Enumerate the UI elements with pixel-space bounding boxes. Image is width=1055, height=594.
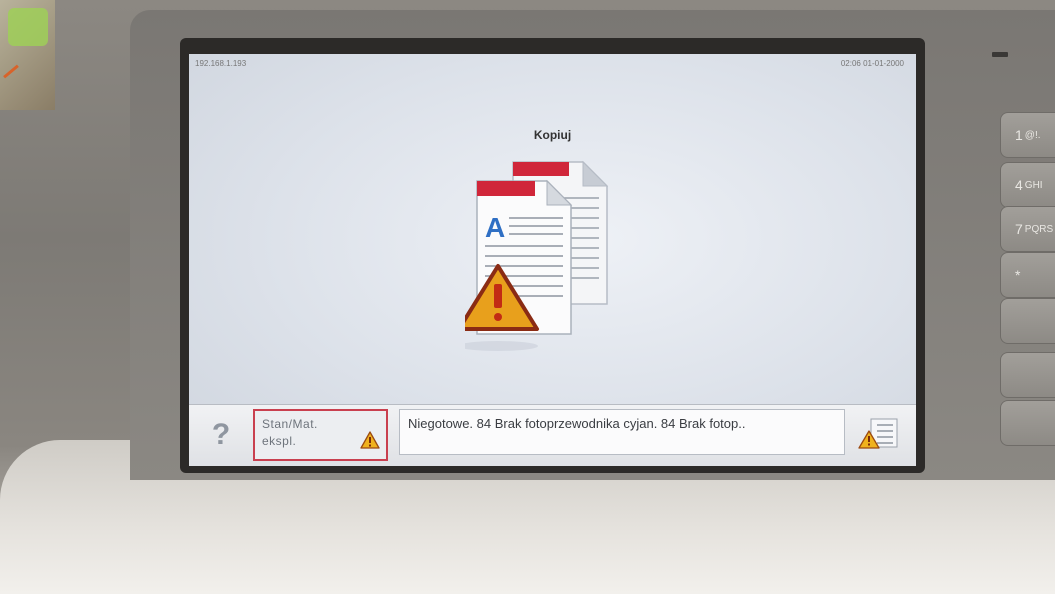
status-led: [992, 52, 1008, 57]
key-digit: 1: [1015, 127, 1023, 143]
key-back[interactable]: [1000, 298, 1055, 344]
copy-document-warning-icon[interactable]: A: [457, 154, 625, 354]
key-star[interactable]: *: [1000, 252, 1055, 298]
status-supplies-label: Stan/Mat. ekspl.: [262, 417, 318, 448]
key-letters: GHI: [1024, 179, 1043, 191]
key-digit: 4: [1015, 177, 1023, 193]
key-7[interactable]: 7 PQRS: [1000, 206, 1055, 252]
status-message[interactable]: Niegotowe. 84 Brak fotoprzewodnika cyjan…: [399, 409, 845, 455]
status-supplies-button[interactable]: Stan/Mat. ekspl.: [253, 409, 388, 461]
key-digit: 7: [1015, 221, 1023, 237]
menu-list-warning-icon[interactable]: [857, 413, 901, 453]
datetime: 02:06 01-01-2000: [840, 59, 904, 68]
key-1[interactable]: 1 @!.: [1000, 112, 1055, 158]
svg-text:A: A: [485, 212, 505, 243]
help-button[interactable]: ?: [193, 411, 249, 459]
key-4[interactable]: 4 GHI: [1000, 162, 1055, 208]
status-bar: ? Stan/Mat. ekspl. Niegotowe. 84 Brak fo…: [189, 404, 916, 466]
key-stop[interactable]: [1000, 400, 1055, 446]
key-letters: @!.: [1024, 129, 1041, 141]
cable-wire: [3, 64, 19, 79]
key-home[interactable]: [1000, 352, 1055, 398]
warning-icon: [360, 431, 380, 449]
background-cable: [0, 0, 55, 110]
app-title: Kopiuj: [533, 128, 572, 142]
key-digit: *: [1015, 267, 1021, 283]
touch-screen: 192.168.1.193 02:06 01-01-2000 Kopiuj A: [189, 54, 916, 466]
cable-part: [8, 8, 48, 46]
ip-address: 192.168.1.193: [195, 59, 247, 68]
key-letters: PQRS: [1024, 223, 1054, 235]
